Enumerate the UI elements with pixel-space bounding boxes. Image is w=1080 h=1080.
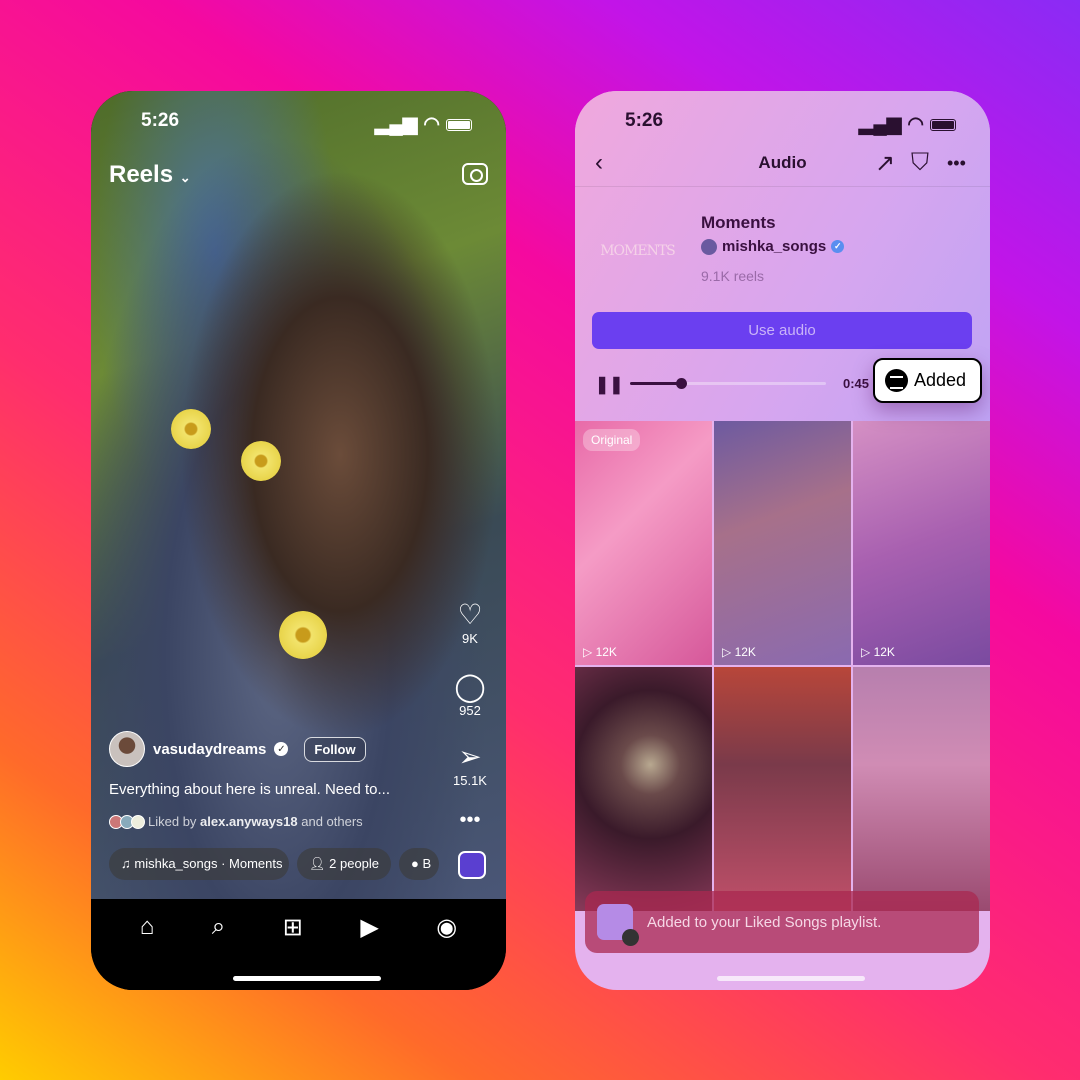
verified-icon: ✓ (831, 240, 845, 253)
signal-icon: ▂▄▆ (374, 114, 418, 135)
progress-slider[interactable] (630, 378, 826, 389)
home-indicator (233, 976, 381, 981)
spotify-added-button[interactable]: Added (873, 358, 982, 403)
wifi-icon: ◠ (423, 114, 440, 135)
profile-icon[interactable]: ◉ (436, 913, 457, 990)
reel-thumbnail[interactable]: ▷ 12K (714, 421, 851, 665)
avatar[interactable] (109, 731, 145, 767)
toast: Added to your Liked Songs playlist. (585, 891, 979, 953)
status-time: 5:26 (625, 110, 664, 131)
send-icon: ➢ (458, 741, 482, 772)
audio-pill[interactable]: ♫ mishka_songs · Moments (109, 848, 289, 880)
audio-header: ‹ Audio ↗ ⛉ ••• (575, 147, 990, 187)
reel-thumbnail[interactable] (853, 667, 990, 911)
song-title: Moments (701, 213, 776, 232)
liker-avatars (109, 814, 145, 829)
search-icon[interactable]: ⌕ (212, 913, 225, 990)
view-count: ▷ 12K (722, 645, 756, 659)
comment-button[interactable]: ◯ 952 (450, 671, 490, 718)
original-badge: Original (583, 429, 641, 451)
audio-thumbnail[interactable] (458, 851, 486, 879)
reels-grid: Original ▷ 12K ▷ 12K ▷ 12K (575, 421, 990, 911)
person-icon: 👤︎ (309, 856, 326, 871)
like-button[interactable]: ♡ 9K (450, 599, 490, 646)
reel-thumbnail[interactable] (575, 667, 712, 911)
play-icon: ▷ (722, 645, 732, 659)
duration: 0:45 (843, 376, 870, 391)
spotify-icon (622, 929, 639, 946)
more-icon[interactable]: ••• (947, 153, 966, 174)
liked-by[interactable]: Liked by alex.anyways18 and others (109, 814, 363, 829)
comment-count: 952 (459, 703, 481, 718)
pause-icon[interactable]: ❚❚ (595, 375, 624, 395)
reel-video[interactable] (91, 91, 506, 899)
home-icon[interactable]: ⌂ (140, 913, 155, 990)
signal-icon: ▂▄▆ (858, 114, 902, 135)
artist-avatar (701, 238, 717, 255)
share-arrow-icon[interactable]: ↗ (875, 149, 895, 178)
like-count: 9K (462, 631, 478, 646)
reel-thumbnail[interactable]: Original ▷ 12K (575, 421, 712, 665)
audio-phone: 5:26 ▂▄▆ ◠ ‹ Audio ↗ ⛉ ••• MOMENTS Moment… (575, 91, 990, 990)
use-audio-button[interactable]: Use audio (592, 312, 972, 349)
verified-icon: ✓ (274, 742, 289, 756)
location-pill[interactable]: ● B (399, 848, 440, 880)
album-cover: MOMENTS (600, 242, 676, 259)
view-count: ▷ 12K (583, 645, 617, 659)
more-icon[interactable]: ••• (450, 809, 490, 832)
status-bar: 5:26 ▂▄▆ ◠ (575, 91, 990, 147)
heart-icon: ♡ (457, 599, 483, 630)
status-time: 5:26 (141, 110, 180, 131)
camera-icon[interactable] (462, 163, 488, 185)
reels-phone: 5:26 ▂▄▆ ◠ Reels ⌄ ♡ 9K ◯ 952 ➢ 15.1K ••• va… (91, 91, 506, 990)
play-icon: ▷ (861, 645, 871, 659)
spotify-icon (885, 369, 908, 392)
share-button[interactable]: ➢ 15.1K (450, 741, 490, 788)
chevron-down-icon: ⌄ (179, 170, 191, 185)
reels-title-dropdown[interactable]: Reels ⌄ (109, 161, 191, 189)
battery-icon (930, 118, 956, 131)
liked-songs-thumbnail (597, 904, 639, 946)
wifi-icon: ◠ (907, 114, 924, 135)
follow-button[interactable]: Follow (304, 736, 366, 762)
music-note-icon: ♫ (121, 856, 131, 871)
caption[interactable]: Everything about here is unreal. Need to… (109, 781, 390, 798)
share-count: 15.1K (453, 773, 487, 788)
battery-icon (446, 118, 472, 131)
artist[interactable]: mishka_songs ✓ (701, 238, 845, 255)
comment-icon: ◯ (454, 671, 486, 702)
reel-thumbnail[interactable] (714, 667, 851, 911)
people-pill[interactable]: 👤︎ 2 people (297, 848, 392, 880)
bookmark-icon[interactable]: ⛉ (911, 149, 929, 177)
status-bar: 5:26 ▂▄▆ ◠ (91, 91, 506, 147)
username[interactable]: vasudaydreams (153, 741, 266, 758)
reels-count: 9.1K reels (701, 268, 765, 284)
location-pin-icon: ● (411, 856, 419, 871)
reel-thumbnail[interactable]: ▷ 12K (853, 421, 990, 665)
home-indicator (717, 976, 865, 981)
view-count: ▷ 12K (861, 645, 895, 659)
play-icon: ▷ (583, 645, 593, 659)
